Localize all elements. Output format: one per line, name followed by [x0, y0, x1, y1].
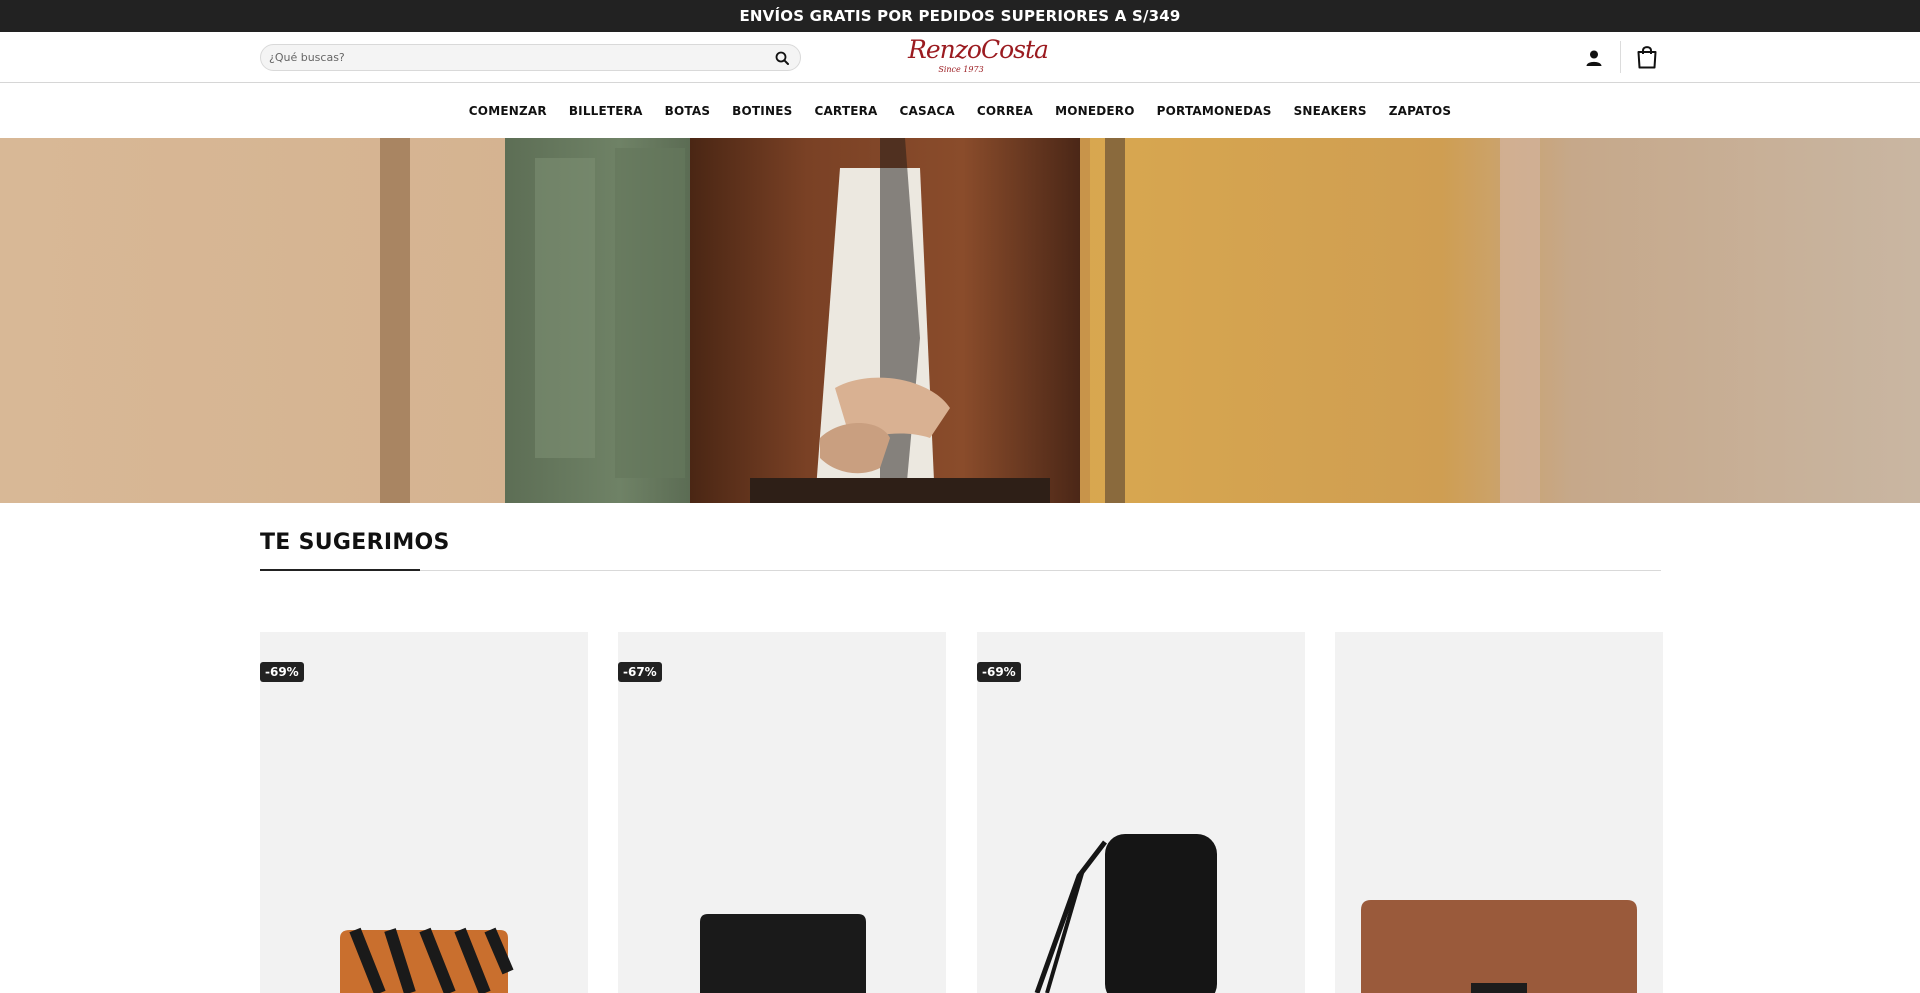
shopping-bag-icon: [1637, 46, 1657, 69]
announcement-text: ENVÍOS GRATIS POR PEDIDOS SUPERIORES A S…: [739, 7, 1181, 25]
nav-item-casaca[interactable]: CASACA: [900, 104, 955, 118]
announcement-bar: ENVÍOS GRATIS POR PEDIDOS SUPERIORES A S…: [0, 0, 1920, 32]
product-image: [1034, 834, 1217, 993]
discount-badge: -69%: [977, 662, 1021, 682]
hero-image: [0, 138, 1920, 503]
nav-item-sneakers[interactable]: SNEAKERS: [1294, 104, 1367, 118]
product-card[interactable]: -67%: [618, 632, 946, 993]
header-divider: [1620, 41, 1621, 73]
search-icon: [775, 51, 789, 65]
section-title: TE SUGERIMOS: [260, 530, 450, 555]
nav-item-cartera[interactable]: CARTERA: [814, 104, 877, 118]
product-card[interactable]: -69%: [260, 632, 588, 993]
cart-button[interactable]: [1634, 43, 1660, 71]
search-box: [260, 44, 801, 71]
product-image: [700, 914, 866, 993]
nav-item-portamonedas[interactable]: PORTAMONEDAS: [1157, 104, 1272, 118]
logo-since: Since 1973: [938, 65, 984, 74]
discount-badge: -67%: [618, 662, 662, 682]
brand-logo[interactable]: RenzoCosta Since 1973: [908, 35, 1049, 81]
nav-item-botas[interactable]: BOTAS: [665, 104, 711, 118]
search-button[interactable]: [772, 48, 792, 68]
discount-badge: -69%: [260, 662, 304, 682]
nav-item-correa[interactable]: CORREA: [977, 104, 1033, 118]
product-image: [340, 927, 514, 993]
product-grid: -69% -67% -69%: [260, 632, 1663, 993]
site-header: RenzoCosta Since 1973: [0, 32, 1920, 83]
section-title-underline: [260, 569, 420, 571]
search-input[interactable]: [269, 51, 772, 64]
hero-banner[interactable]: [0, 138, 1920, 503]
nav-item-monedero[interactable]: MONEDERO: [1055, 104, 1135, 118]
product-image: [1361, 900, 1637, 993]
user-icon: [1586, 50, 1602, 66]
nav-item-zapatos[interactable]: ZAPATOS: [1389, 104, 1451, 118]
nav-item-comenzar[interactable]: COMENZAR: [469, 104, 547, 118]
account-button[interactable]: [1582, 46, 1606, 70]
section-divider: [260, 570, 1661, 571]
product-card[interactable]: -69%: [977, 632, 1305, 993]
nav-item-botines[interactable]: BOTINES: [732, 104, 792, 118]
product-card[interactable]: [1335, 632, 1663, 993]
main-navigation: COMENZAR BILLETERA BOTAS BOTINES CARTERA…: [0, 84, 1920, 138]
nav-item-billetera[interactable]: BILLETERA: [569, 104, 643, 118]
logo-wordmark: RenzoCosta: [908, 35, 1049, 64]
